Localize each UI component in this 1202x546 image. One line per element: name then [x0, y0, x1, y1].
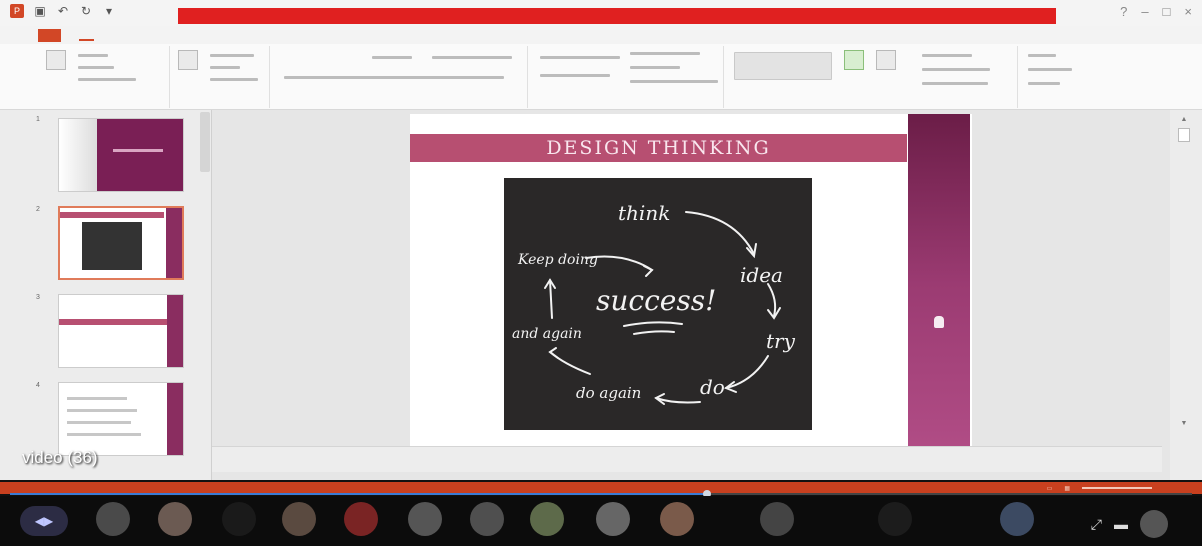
new-slide-button[interactable] [178, 50, 198, 73]
board-text-idea: idea [740, 263, 783, 287]
ribbon [0, 44, 1202, 110]
participant-avatar[interactable] [344, 502, 378, 536]
normal-view-icon[interactable]: ▭ [1047, 485, 1053, 492]
current-slide[interactable]: DESIGN THINKING think idea try do do aga… [410, 114, 972, 446]
mic-icon[interactable]: ◀▶ [20, 506, 68, 536]
window-controls: ? – □ × [1120, 4, 1192, 19]
slide-scrollbar[interactable]: ▲ ▼ [1170, 110, 1202, 480]
tab-animations[interactable] [225, 32, 252, 39]
title-bar: P ▣ ↶ ↻ ▾ ? – □ × [0, 0, 1202, 26]
slide-title[interactable]: DESIGN THINKING [410, 134, 907, 162]
tab-transitions[interactable] [177, 32, 206, 39]
paste-icon [46, 50, 66, 70]
self-view-avatar[interactable] [1140, 510, 1168, 538]
maximize-icon[interactable]: □ [1163, 4, 1171, 19]
slides-group [172, 46, 270, 108]
tab-slide-show[interactable] [270, 32, 297, 39]
arrange-button[interactable] [844, 50, 864, 73]
minimize-icon[interactable]: – [1141, 4, 1148, 19]
participant-avatar[interactable] [530, 502, 564, 536]
board-text-do-again: do again [576, 384, 641, 402]
quick-access-toolbar: P ▣ ↶ ↻ ▾ [10, 4, 116, 18]
expand-icon[interactable]: ⤢ [1091, 516, 1102, 533]
title-highlight-bar [178, 8, 1056, 24]
board-text-success: success! [596, 284, 716, 317]
chalkboard-image[interactable]: think idea try do do again and again Kee… [504, 178, 812, 430]
slide-thumbnail-3[interactable] [58, 294, 184, 368]
slide-side-bar [908, 114, 970, 446]
sorter-view-icon[interactable]: ▦ [1064, 485, 1070, 492]
arrange-icon [844, 50, 864, 70]
participant-avatar[interactable] [222, 502, 256, 536]
participant-avatar[interactable] [660, 502, 694, 536]
slide-editing-area: DESIGN THINKING think idea try do do aga… [212, 110, 1170, 480]
notes-pane[interactable] [212, 446, 1162, 472]
clipboard-group [40, 46, 170, 108]
tab-home[interactable] [79, 30, 95, 41]
board-text-and-again: and again [512, 326, 582, 342]
quick-styles-icon [876, 50, 896, 70]
board-text-try: try [766, 329, 796, 353]
tab-view[interactable] [347, 32, 357, 39]
participant-avatar[interactable] [470, 502, 504, 536]
drawing-group [726, 46, 1018, 108]
participant-avatar[interactable] [282, 502, 316, 536]
slide-thumbnails-pane: 1 2 3 4 [0, 110, 212, 480]
slide-thumbnail-4[interactable] [58, 382, 184, 456]
new-slide-icon [178, 50, 198, 70]
account-name[interactable] [1180, 30, 1182, 37]
zoom-slider[interactable] [1082, 487, 1152, 489]
ribbon-tabs [0, 26, 1202, 44]
thumb-number: 3 [36, 294, 40, 301]
paste-button[interactable] [46, 50, 66, 73]
participant-avatar[interactable] [96, 502, 130, 536]
tab-file[interactable] [38, 28, 62, 42]
powerpoint-window: P ▣ ↶ ↻ ▾ ? – □ × 1 2 3 4 DESIGN THINKIN… [0, 0, 1202, 480]
slide-thumbnail-1[interactable] [58, 118, 184, 192]
scroll-thumb[interactable] [1178, 128, 1190, 142]
board-text-think: think [618, 201, 670, 225]
font-group [272, 46, 528, 108]
participant-avatar[interactable] [408, 502, 442, 536]
save-icon[interactable]: ▣ [33, 4, 47, 18]
video-label: video (36) [22, 448, 98, 467]
participant-avatar[interactable] [158, 502, 192, 536]
tab-review[interactable] [315, 32, 330, 39]
scroll-down-icon[interactable]: ▼ [1178, 420, 1190, 427]
quick-styles-button[interactable] [876, 50, 896, 73]
close-icon[interactable]: × [1184, 4, 1192, 19]
undo-icon[interactable]: ↶ [56, 4, 70, 18]
thumb-number: 2 [36, 206, 40, 213]
thumb-number: 4 [36, 382, 40, 389]
help-icon[interactable]: ? [1120, 4, 1127, 19]
paragraph-group [530, 46, 724, 108]
customize-icon[interactable]: ▾ [102, 4, 116, 18]
camera-icon[interactable]: ▬ [1114, 516, 1128, 532]
powerpoint-icon: P [10, 4, 24, 18]
board-text-keep-doing: Keep doing [517, 252, 598, 268]
video-progress-bar[interactable] [10, 490, 1192, 498]
tab-design[interactable] [145, 32, 160, 39]
slide-thumbnail-2[interactable] [58, 206, 184, 280]
meeting-controls: ⤢ ▬ [1091, 510, 1168, 538]
participant-avatar[interactable] [596, 502, 630, 536]
scroll-up-icon[interactable]: ▲ [1178, 116, 1190, 123]
tab-insert[interactable] [112, 32, 127, 39]
cursor-icon [934, 316, 944, 328]
participant-avatar[interactable] [760, 502, 794, 536]
chalkboard-drawing: think idea try do do again and again Kee… [512, 201, 796, 405]
thumbnails-scrollbar[interactable] [200, 112, 210, 172]
participant-avatar[interactable] [878, 502, 912, 536]
redo-icon[interactable]: ↻ [79, 4, 93, 18]
thumb-number: 1 [36, 116, 40, 123]
editing-group [1020, 46, 1080, 108]
video-progress-fill [10, 493, 708, 495]
board-text-do: do [700, 375, 725, 399]
meeting-participant-strip: ◀▶ ⤢ ▬ [0, 496, 1202, 546]
participant-avatar[interactable] [1000, 502, 1034, 536]
